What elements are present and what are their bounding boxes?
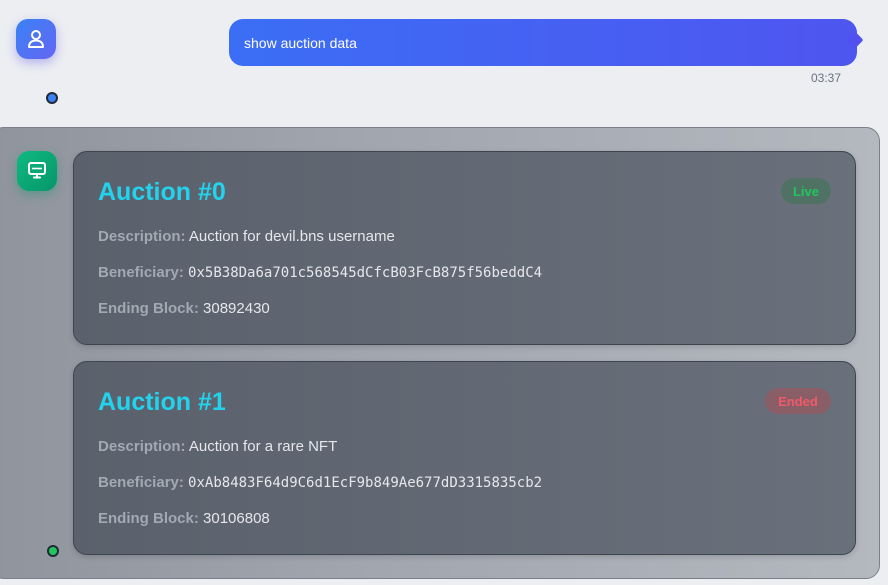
bot-avatar xyxy=(17,151,57,191)
description-value: Auction for a rare NFT xyxy=(188,438,338,455)
description-label: Description: xyxy=(98,438,186,455)
message-timestamp: 03:37 xyxy=(810,71,841,85)
ending-block-label: Ending Block: xyxy=(98,300,199,317)
auction-ending-block: Ending Block: 30106808 xyxy=(98,510,270,527)
auction-card: Auction #1 Ended Description: Auction fo… xyxy=(73,361,856,555)
auction-card: Auction #0 Live Description: Auction for… xyxy=(73,151,856,345)
auction-beneficiary: Beneficiary: 0xAb8483F64d9C6d1EcF9b849Ae… xyxy=(98,474,542,491)
description-value: Auction for devil.bns username xyxy=(188,228,395,245)
beneficiary-label: Beneficiary: xyxy=(98,264,184,281)
beneficiary-address: 0x5B38Da6a701c568545dCfcB03FcB875f56bedd… xyxy=(188,265,543,281)
beneficiary-address: 0xAb8483F64d9C6d1EcF9b849Ae677dD3315835c… xyxy=(188,475,543,491)
beneficiary-label: Beneficiary: xyxy=(98,474,184,491)
chat-page: show auction data 03:37 Auction #0 Live … xyxy=(0,0,888,585)
auction-ending-block: Ending Block: 30892430 xyxy=(98,300,270,317)
description-label: Description: xyxy=(98,228,186,245)
bot-status-dot xyxy=(47,545,59,557)
auction-beneficiary: Beneficiary: 0x5B38Da6a701c568545dCfcB03… xyxy=(98,264,542,281)
ending-block-value: 30106808 xyxy=(203,510,270,527)
monitor-icon xyxy=(28,162,46,179)
auction-description: Description: Auction for a rare NFT xyxy=(98,438,337,455)
ending-block-value: 30892430 xyxy=(203,300,270,317)
user-message-text: show auction data xyxy=(244,34,357,51)
status-badge: Ended xyxy=(765,388,831,414)
auction-description: Description: Auction for devil.bns usern… xyxy=(98,228,395,245)
user-avatar xyxy=(16,19,56,59)
status-badge: Live xyxy=(781,178,831,204)
user-message-bubble: show auction data xyxy=(229,19,857,66)
user-status-dot xyxy=(46,92,58,104)
user-icon xyxy=(28,30,44,48)
auction-title: Auction #0 xyxy=(98,178,226,206)
ending-block-label: Ending Block: xyxy=(98,510,199,527)
auction-title: Auction #1 xyxy=(98,388,226,416)
